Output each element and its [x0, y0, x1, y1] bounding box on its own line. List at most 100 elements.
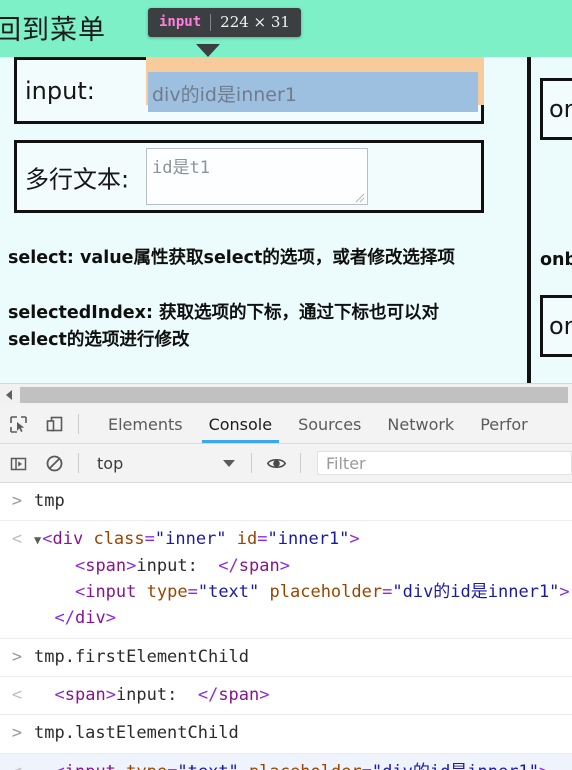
toggle-console-sidebar-button[interactable]: [0, 444, 36, 482]
right-box-bottom-label: on: [549, 312, 572, 340]
console-prompt-icon: >: [11, 491, 23, 511]
code-token: =: [167, 762, 177, 770]
chevron-left-icon: [5, 390, 12, 400]
code-token: =: [257, 529, 268, 550]
code-token: input: [65, 762, 116, 770]
tooltip-tag-name: input: [159, 14, 202, 30]
tab-performance[interactable]: Perfor: [467, 405, 541, 443]
live-expression-button[interactable]: [258, 444, 294, 482]
chevron-down-icon: [223, 459, 235, 467]
tab-elements-label: Elements: [108, 414, 183, 434]
tab-network-label: Network: [387, 414, 455, 434]
code-token: type: [126, 762, 167, 770]
inspect-cursor-icon: [9, 415, 27, 433]
tooltip-dimensions: 224 × 31: [220, 13, 290, 31]
code-token: <: [74, 555, 86, 576]
code-token: >: [279, 555, 290, 576]
textarea-placeholder: id是t1: [152, 158, 210, 178]
filterbar-separator-2: [251, 453, 252, 473]
console-input-row[interactable]: > tmp.lastElementChild: [0, 715, 572, 754]
console-row-content: ▼<div class="inner" id="inner1"> <span>i…: [34, 526, 570, 631]
code-token: </: [54, 608, 75, 629]
code-token: type: [146, 582, 188, 603]
console-prompt-icon: >: [11, 646, 23, 667]
code-token: </: [218, 555, 239, 576]
code-token: div: [74, 608, 106, 629]
code-token: >: [539, 762, 549, 770]
code-token: "inner1": [267, 529, 350, 550]
execution-context-selector[interactable]: top: [85, 444, 245, 482]
console-result-row[interactable]: < <input type="text" placeholder="div的id…: [0, 753, 572, 770]
code-token: >: [126, 555, 137, 576]
code-token: span: [218, 685, 260, 706]
code-token: =: [144, 529, 155, 550]
console-filter-input[interactable]: Filter: [317, 451, 572, 475]
filterbar-separator-1: [78, 453, 79, 473]
right-box-top-label: on: [549, 95, 572, 123]
element-highlight-tooltip: input 224 × 31: [148, 8, 301, 37]
code-token: >: [559, 582, 570, 603]
scroll-left-button[interactable]: [0, 384, 17, 406]
code-token: class: [93, 529, 145, 550]
textarea-row-label: 多行文本:: [25, 165, 130, 193]
console-row-content: tmp: [34, 491, 65, 511]
code-token: span: [85, 555, 127, 576]
back-to-menu-link[interactable]: 回到菜单: [0, 8, 106, 47]
code-token: =: [382, 582, 393, 603]
tooltip-pointer-arrow: [196, 44, 220, 57]
code-token: "inner": [154, 529, 227, 550]
right-column-heading: onb: [540, 250, 572, 270]
code-token: div: [52, 529, 84, 550]
code-token: input:: [115, 685, 198, 706]
filter-placeholder-label: Filter: [326, 453, 366, 473]
code-token: placeholder: [249, 762, 362, 770]
tab-network[interactable]: Network: [374, 405, 467, 443]
resize-grip-icon[interactable]: [353, 191, 365, 203]
console-result-row[interactable]: < <span>input: </span>: [0, 677, 572, 716]
note-selected-index: selectedIndex: 获取选项的下标，通过下标也可以对 select的选…: [8, 303, 440, 351]
text-input-placeholder[interactable]: div的id是inner1: [152, 80, 297, 107]
console-input-row[interactable]: > tmp.firstElementChild: [0, 639, 572, 678]
horizontal-scrollbar[interactable]: [0, 383, 572, 406]
devtools-tabbar: Elements Console Sources Network Perfor: [0, 405, 572, 444]
tooltip-divider: [210, 13, 212, 31]
code-token: input: [85, 582, 137, 603]
console-row-content: tmp.firstElementChild: [34, 646, 249, 667]
toggle-device-toolbar-button[interactable]: [36, 405, 72, 443]
tab-elements[interactable]: Elements: [95, 405, 196, 443]
code-token: </: [197, 685, 219, 706]
console-input-row[interactable]: > tmp: [0, 483, 572, 522]
right-column-divider: [527, 57, 531, 383]
tabbar-separator: [78, 414, 79, 434]
code-token: ▼: [34, 533, 42, 548]
scrollbar-thumb[interactable]: [20, 387, 568, 403]
console-result-row[interactable]: < ▼<div class="inner" id="inner1"> <span>…: [0, 521, 572, 639]
web-page-viewport: 回到菜单 input 224 × 31 input: div的id是inner1…: [0, 0, 572, 383]
code-token: <: [54, 762, 64, 770]
code-token: >: [105, 685, 116, 706]
code-token: "text": [177, 762, 238, 770]
code-token: placeholder: [269, 582, 383, 603]
tab-sources[interactable]: Sources: [285, 405, 374, 443]
console-sidebar-icon: [10, 457, 26, 470]
inspect-element-button[interactable]: [0, 405, 36, 443]
input-row-label: input:: [25, 76, 95, 105]
code-token: =: [187, 582, 198, 603]
console-result-icon: <: [11, 685, 23, 706]
code-token: id: [236, 529, 258, 550]
tab-performance-label: Perfor: [480, 414, 528, 434]
console-filter-bar: top Filter: [0, 444, 572, 483]
tab-console[interactable]: Console: [196, 405, 286, 443]
code-token: span: [238, 555, 280, 576]
clear-console-button[interactable]: [36, 444, 72, 482]
code-token: >: [349, 529, 360, 550]
code-token: input:: [136, 555, 219, 576]
right-box-top: on: [540, 78, 572, 140]
